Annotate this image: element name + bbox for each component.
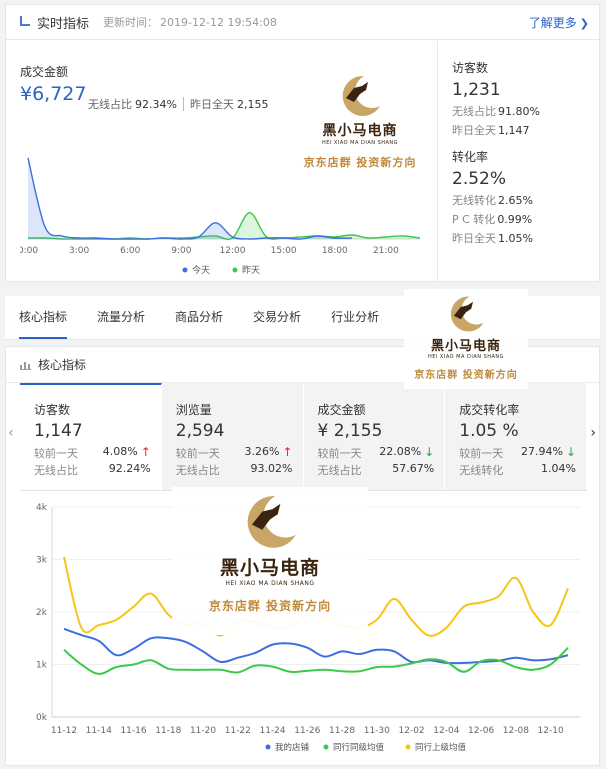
legend-dot-0 [265, 744, 271, 750]
tab-traffic-analysis[interactable]: 流量分析 [97, 296, 145, 339]
x-tick-label: 11-18 [155, 726, 181, 736]
arrow-up-icon: ↑ [282, 445, 293, 459]
y-tick-label: 1k [36, 661, 48, 671]
horse-logo-icon [450, 296, 484, 332]
watermark-3: 黑小马电商 HEI XIAO MA DIAN SHANG 京东店群 投资新方向 [172, 487, 368, 635]
legend-dot-1 [323, 744, 329, 750]
update-time: 更新时间： 2019-12-12 19:54:08 [103, 16, 277, 29]
sales-meta: 无线占比 92.34% 昨日全天 2,155 [88, 97, 269, 111]
metric-card-pageviews[interactable]: 浏览量 2,594 较前一天 3.26% ↑ 无线占比 93.02% [161, 383, 304, 490]
x-tick-label: 21:00 [373, 246, 399, 256]
legend-dot-1 [232, 267, 238, 273]
divider [182, 97, 184, 111]
x-tick-label: 11-14 [86, 726, 112, 736]
conversion-pc: P C 转化 0.99% [452, 213, 533, 226]
x-tick-label: 12-02 [399, 726, 425, 736]
conversion-value: 2.52% [452, 169, 507, 189]
watermark-2: 黑小马电商 HEI XIAO MA DIAN SHANG 京东店群 投资新方向 [404, 289, 528, 389]
realtime-title: 实时指标 [37, 16, 90, 32]
legend-label-1: 昨天 [242, 264, 260, 276]
learn-more-link[interactable]: 了解更多 ❯ [529, 14, 589, 31]
conversion-wireless: 无线转化 2.65% [452, 194, 533, 207]
metric-card-visitors[interactable]: 访客数 1,147 较前一天 4.08% ↑ 无线占比 92.24% [20, 383, 162, 490]
series-line-0 [27, 157, 352, 240]
y-tick-label: 2k [36, 608, 48, 618]
x-tick-label: 11-28 [329, 726, 355, 736]
legend-label-1: 同行同级均值 [333, 742, 385, 753]
legend-label-2: 同行上级均值 [415, 742, 467, 753]
metric-card-sales[interactable]: 成交金额 ¥ 2,155 较前一天 22.08% ↓ 无线占比 57.67% [303, 383, 446, 490]
chevron-left-icon[interactable]: ‹ [8, 425, 14, 441]
x-tick-label: 12-08 [503, 726, 529, 736]
arrow-down-icon: ↓ [565, 445, 576, 459]
x-tick-label: 3:00 [69, 246, 89, 256]
x-tick-label: 12:00 [220, 246, 246, 256]
visitors-value: 1,231 [452, 80, 501, 100]
x-tick-label: 11-16 [120, 726, 146, 736]
bar-chart-icon [20, 360, 31, 370]
realtime-header: 实时指标 更新时间： 2019-12-12 19:54:08 了解更多 ❯ [6, 5, 599, 40]
chevron-right-icon: ❯ [579, 16, 589, 30]
x-tick-label: 18:00 [322, 246, 348, 256]
legend-dot-2 [405, 744, 411, 750]
conversion-label: 转化率 [452, 150, 489, 164]
x-tick-label: 12-10 [538, 726, 564, 736]
x-tick-label: 11-24 [259, 726, 285, 736]
arrow-down-icon: ↓ [424, 445, 435, 459]
x-tick-label: 11-12 [51, 726, 77, 736]
legend-dot-0 [182, 267, 188, 273]
visitors-label: 访客数 [452, 61, 489, 75]
chevron-right-icon[interactable]: › [590, 425, 596, 441]
tab-product-analysis[interactable]: 商品分析 [175, 296, 223, 339]
sales-label: 成交金额 [20, 65, 69, 79]
horse-logo-icon [247, 496, 296, 548]
metric-cards: 访客数 1,147 较前一天 4.08% ↑ 无线占比 92.24% 浏览量 2,59… [20, 383, 587, 491]
x-tick-label: 6:00 [120, 246, 140, 256]
metric-card-conversion[interactable]: 成交转化率 1.05 % 较前一天 27.94% ↓ 无线转化 1.04% [445, 383, 587, 490]
watermark-1: 黑小马电商 HEI XIAO MA DIAN SHANG 京东店群 投资新方向 [300, 72, 420, 170]
x-tick-label: 11-26 [294, 726, 320, 736]
visitors-yesterday: 昨日全天 1,147 [452, 124, 530, 137]
x-tick-label: 9:00 [171, 246, 191, 256]
tab-transaction-analysis[interactable]: 交易分析 [253, 296, 301, 339]
x-tick-label: 0:00 [20, 246, 38, 256]
y-tick-label: 3k [36, 556, 48, 566]
tab-core-metrics[interactable]: 核心指标 [19, 296, 68, 339]
realtime-icon [20, 16, 30, 26]
legend-label-0: 今天 [192, 264, 210, 276]
visitor-conversion-panel: 访客数 1,231 无线占比 91.80% 昨日全天 1,147 转化率 2.52%… [437, 41, 600, 281]
x-tick-label: 11-30 [364, 726, 390, 736]
tab-industry-analysis[interactable]: 行业分析 [331, 296, 379, 339]
visitors-wireless: 无线占比 91.80% [452, 105, 540, 118]
x-tick-label: 11-20 [190, 726, 216, 736]
series-area-0 [28, 158, 352, 240]
legend-label-0: 我的店铺 [275, 742, 310, 753]
x-tick-label: 15:00 [271, 246, 297, 256]
arrow-up-icon: ↑ [140, 445, 151, 459]
core-title: 核心指标 [38, 358, 87, 372]
x-tick-label: 11-22 [225, 726, 251, 736]
horse-logo-icon [342, 75, 380, 116]
x-tick-label: 12-06 [468, 726, 494, 736]
sales-value: ¥6,727 [20, 83, 87, 105]
conversion-yesterday: 昨日全天 1.05% [452, 232, 533, 245]
x-tick-label: 12-04 [433, 726, 459, 736]
y-tick-label: 0k [36, 713, 48, 723]
y-tick-label: 4k [36, 503, 48, 513]
